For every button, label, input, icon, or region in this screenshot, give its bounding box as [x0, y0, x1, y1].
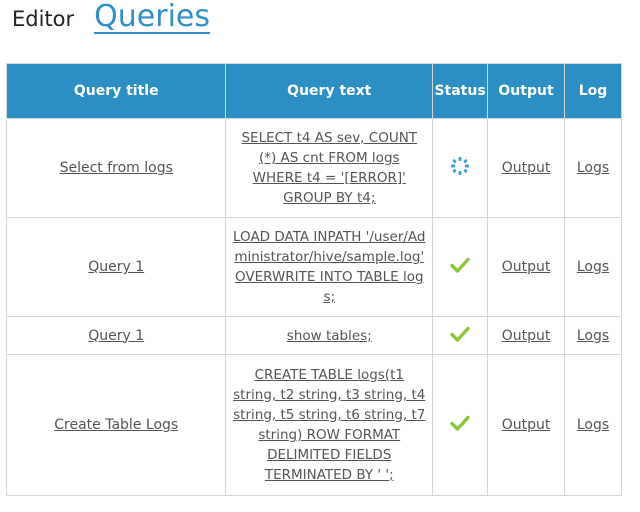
editor-link[interactable]: Editor — [12, 7, 74, 31]
output-link[interactable]: Output — [502, 328, 551, 344]
table-row: Query 1 show tables; Output Logs — [5, 316, 622, 355]
log-cell: Logs — [564, 217, 622, 317]
status-cell — [432, 354, 489, 496]
table-row: Select from logs SELECT t4 AS sev, COUNT… — [5, 118, 622, 218]
status-cell — [432, 316, 489, 355]
output-cell: Output — [487, 354, 565, 496]
query-text-cell: show tables; — [225, 316, 434, 355]
output-link[interactable]: Output — [502, 259, 551, 275]
status-cell — [432, 217, 489, 317]
column-header-output: Output — [487, 63, 565, 119]
query-title-link[interactable]: Query 1 — [88, 328, 144, 344]
query-text-cell: CREATE TABLE logs(t1 string, t2 string, … — [225, 354, 434, 496]
table-row: Query 1 LOAD DATA INPATH '/user/Administ… — [5, 217, 622, 317]
output-cell: Output — [487, 316, 565, 355]
log-cell: Logs — [564, 118, 622, 218]
query-text-link[interactable]: LOAD DATA INPATH '/user/Administrator/hi… — [233, 229, 425, 305]
query-title-cell: Select from logs — [5, 118, 227, 218]
query-text-link[interactable]: show tables; — [287, 328, 372, 344]
spinner-icon — [451, 157, 470, 175]
output-cell: Output — [487, 118, 565, 218]
logs-link[interactable]: Logs — [577, 160, 609, 176]
query-text-cell: SELECT t4 AS sev, COUNT (*) AS cnt FROM … — [225, 118, 434, 218]
log-cell: Logs — [564, 316, 622, 355]
output-link[interactable]: Output — [502, 160, 551, 176]
table-row: Create Table Logs CREATE TABLE logs(t1 s… — [5, 354, 622, 496]
column-header-query-title: Query title — [5, 63, 227, 119]
query-title-cell: Query 1 — [5, 217, 227, 317]
status-cell — [432, 118, 489, 218]
column-header-log: Log — [564, 63, 622, 119]
query-title-link[interactable]: Create Table Logs — [54, 417, 178, 433]
query-text-link[interactable]: CREATE TABLE logs(t1 string, t2 string, … — [233, 367, 425, 483]
query-title-cell: Create Table Logs — [5, 354, 227, 496]
logs-link[interactable]: Logs — [577, 417, 609, 433]
query-title-link[interactable]: Query 1 — [88, 259, 144, 275]
column-header-status: Status — [432, 63, 489, 119]
logs-link[interactable]: Logs — [577, 259, 609, 275]
log-cell: Logs — [564, 354, 622, 496]
logs-link[interactable]: Logs — [577, 328, 609, 344]
checkmark-icon — [450, 324, 470, 344]
top-nav: Editor Queries — [12, 2, 210, 42]
query-text-link[interactable]: SELECT t4 AS sev, COUNT (*) AS cnt FROM … — [241, 130, 417, 206]
queries-link[interactable]: Queries — [94, 2, 210, 34]
output-link[interactable]: Output — [502, 417, 551, 433]
query-title-cell: Query 1 — [5, 316, 227, 355]
query-title-link[interactable]: Select from logs — [60, 160, 173, 176]
table-header-row: Query title Query text Status Output Log — [5, 63, 622, 119]
output-cell: Output — [487, 217, 565, 317]
column-header-query-text: Query text — [225, 63, 434, 119]
checkmark-icon — [450, 255, 470, 275]
query-text-cell: LOAD DATA INPATH '/user/Administrator/hi… — [225, 217, 434, 317]
queries-table: Query title Query text Status Output Log… — [5, 63, 622, 496]
checkmark-icon — [450, 413, 470, 433]
